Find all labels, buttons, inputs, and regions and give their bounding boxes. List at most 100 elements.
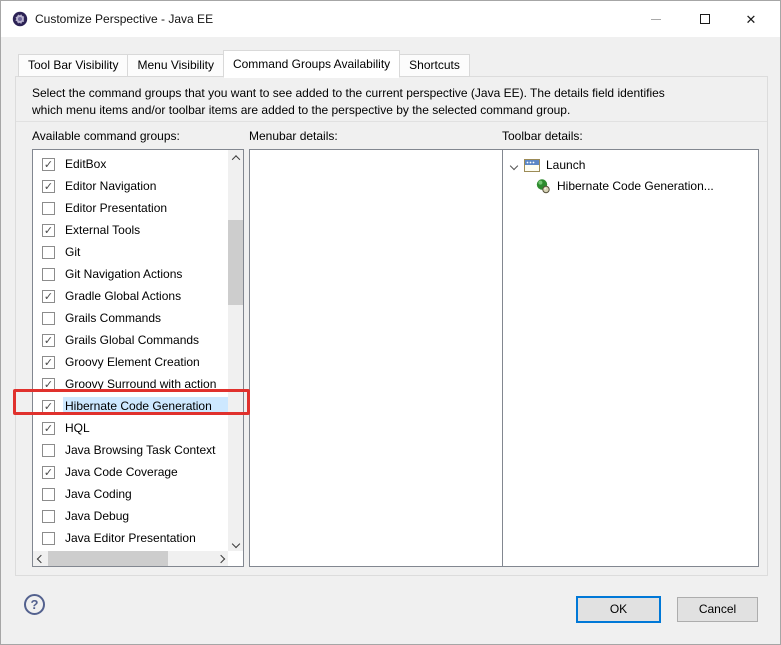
scroll-up-button[interactable]: [228, 150, 243, 165]
menubar-details-label: Menubar details:: [249, 129, 338, 143]
list-item[interactable]: Java Browsing Task Context: [33, 439, 228, 461]
list-item-label: Groovy Element Creation: [63, 353, 228, 371]
tree-node-launch[interactable]: Launch: [511, 155, 585, 175]
cancel-button[interactable]: Cancel: [677, 597, 758, 622]
tab-tool-bar-visibility[interactable]: Tool Bar Visibility: [18, 54, 128, 77]
horizontal-scrollbar[interactable]: [33, 551, 228, 566]
description-text: Select the command groups that you want …: [32, 85, 752, 119]
checkbox-checked-icon[interactable]: ✓: [42, 466, 55, 479]
checkbox-checked-icon[interactable]: ✓: [42, 378, 55, 391]
scroll-right-button[interactable]: [213, 551, 228, 566]
list-item-label: Git: [63, 243, 228, 261]
list-item[interactable]: Editor Presentation: [33, 197, 228, 219]
help-button[interactable]: ?: [24, 594, 45, 615]
tab-menu-visibility[interactable]: Menu Visibility: [127, 54, 223, 77]
list-item-label: Java Coding: [63, 485, 228, 503]
list-item[interactable]: ✓ External Tools: [33, 219, 228, 241]
checkbox-unchecked-icon[interactable]: [42, 312, 55, 325]
menubar-details-panel: [250, 150, 502, 566]
details-panels: Launch Hibernate Code Generation...: [249, 149, 759, 567]
command-groups-list: ✓ EditBox ✓ Editor Navigation Editor Present…: [32, 149, 244, 567]
separator-line: [16, 121, 767, 122]
checkbox-checked-icon[interactable]: ✓: [42, 334, 55, 347]
list-item-label: Editor Navigation: [63, 177, 228, 195]
checkbox-unchecked-icon[interactable]: [42, 246, 55, 259]
list-item[interactable]: ✓ Gradle Global Actions: [33, 285, 228, 307]
ok-button[interactable]: OK: [576, 596, 661, 623]
checkbox-checked-icon[interactable]: ✓: [42, 356, 55, 369]
scroll-left-button[interactable]: [33, 551, 48, 566]
list-item-label: Java Code Coverage: [63, 463, 228, 481]
list-item[interactable]: Java Editor Presentation: [33, 527, 228, 549]
list-item[interactable]: Git: [33, 241, 228, 263]
list-item-label: Java Browsing Task Context: [63, 441, 228, 459]
tab-bar: Tool Bar VisibilityMenu VisibilityComman…: [18, 48, 469, 77]
checkbox-unchecked-icon[interactable]: [42, 202, 55, 215]
vertical-scroll-thumb[interactable]: [228, 220, 243, 305]
vertical-scrollbar[interactable]: [228, 150, 243, 551]
tree-node-label: Hibernate Code Generation...: [557, 179, 714, 193]
list-item[interactable]: ✓ Editor Navigation: [33, 175, 228, 197]
list-item-label: Java Debug: [63, 507, 228, 525]
chevron-right-icon: [216, 554, 224, 562]
toolbar-window-icon: [524, 159, 540, 172]
list-item[interactable]: Java Debug: [33, 505, 228, 527]
tab-shortcuts[interactable]: Shortcuts: [399, 54, 470, 77]
chevron-down-icon: [231, 539, 239, 547]
list-item[interactable]: ✓ Hibernate Code Generation: [33, 395, 228, 417]
window-title: Customize Perspective - Java EE: [35, 12, 213, 26]
checkbox-checked-icon[interactable]: ✓: [42, 400, 55, 413]
close-button[interactable]: ✕: [734, 1, 768, 37]
list-item-label: Grails Commands: [63, 309, 228, 327]
checkbox-checked-icon[interactable]: ✓: [42, 224, 55, 237]
title-bar: Customize Perspective - Java EE ✕: [1, 1, 780, 37]
list-item[interactable]: ✓Grails Global Commands: [33, 329, 228, 351]
tree-node-hibernate-codegen[interactable]: Hibernate Code Generation...: [535, 176, 714, 196]
checkbox-unchecked-icon[interactable]: [42, 488, 55, 501]
checkbox-checked-icon[interactable]: ✓: [42, 158, 55, 171]
checkbox-unchecked-icon[interactable]: [42, 532, 55, 545]
checkbox-unchecked-icon[interactable]: [42, 444, 55, 457]
customize-perspective-dialog: Customize Perspective - Java EE ✕ Tool B…: [0, 0, 781, 645]
list-item-label: Hibernate Code Generation: [63, 397, 228, 415]
list-item[interactable]: Java Coding: [33, 483, 228, 505]
list-item[interactable]: Git Navigation Actions: [33, 263, 228, 285]
tree-expander-icon[interactable]: [511, 158, 517, 172]
checkbox-checked-icon[interactable]: ✓: [42, 180, 55, 193]
list-item[interactable]: ✓ Groovy Surround with action: [33, 373, 228, 395]
checkbox-checked-icon[interactable]: ✓: [42, 422, 55, 435]
list-item[interactable]: ✓ EditBox: [33, 153, 228, 175]
command-groups-pane: Select the command groups that you want …: [15, 76, 768, 576]
description-line-2: which menu items and/or toolbar items ar…: [32, 102, 752, 119]
tree-node-label: Launch: [546, 158, 585, 172]
maximize-icon: [700, 14, 710, 24]
list-item-label: Editor Presentation: [63, 199, 228, 217]
command-groups-rows: ✓ EditBox ✓ Editor Navigation Editor Present…: [33, 150, 228, 551]
list-item[interactable]: ✓ Groovy Element Creation: [33, 351, 228, 373]
close-icon: ✕: [746, 13, 757, 26]
hibernate-codegen-icon: [535, 178, 551, 194]
list-item-label: HQL: [63, 419, 228, 437]
chevron-up-icon: [231, 155, 239, 163]
minimize-button[interactable]: [639, 1, 673, 37]
checkbox-checked-icon[interactable]: ✓: [42, 290, 55, 303]
minimize-icon: [651, 19, 661, 20]
list-item[interactable]: Grails Commands: [33, 307, 228, 329]
list-item[interactable]: ✓ Java Code Coverage: [33, 461, 228, 483]
horizontal-scroll-thumb[interactable]: [48, 551, 168, 566]
list-item-label: Java Editor Presentation: [63, 529, 228, 547]
checkbox-unchecked-icon[interactable]: [42, 268, 55, 281]
list-item-label: EditBox: [63, 155, 228, 173]
list-item-label: Gradle Global Actions: [63, 287, 228, 305]
checkbox-unchecked-icon[interactable]: [42, 510, 55, 523]
list-item-label: Git Navigation Actions: [63, 265, 228, 283]
tab-command-groups-availability[interactable]: Command Groups Availability: [223, 50, 400, 78]
description-line-1: Select the command groups that you want …: [32, 85, 752, 102]
list-item[interactable]: ✓ HQL: [33, 417, 228, 439]
chevron-left-icon: [36, 554, 44, 562]
list-item-label: External Tools: [63, 221, 228, 239]
maximize-button[interactable]: [688, 1, 722, 37]
eclipse-app-icon: [12, 11, 28, 27]
scroll-down-button[interactable]: [228, 536, 243, 551]
list-item-label: Groovy Surround with action: [63, 375, 228, 393]
